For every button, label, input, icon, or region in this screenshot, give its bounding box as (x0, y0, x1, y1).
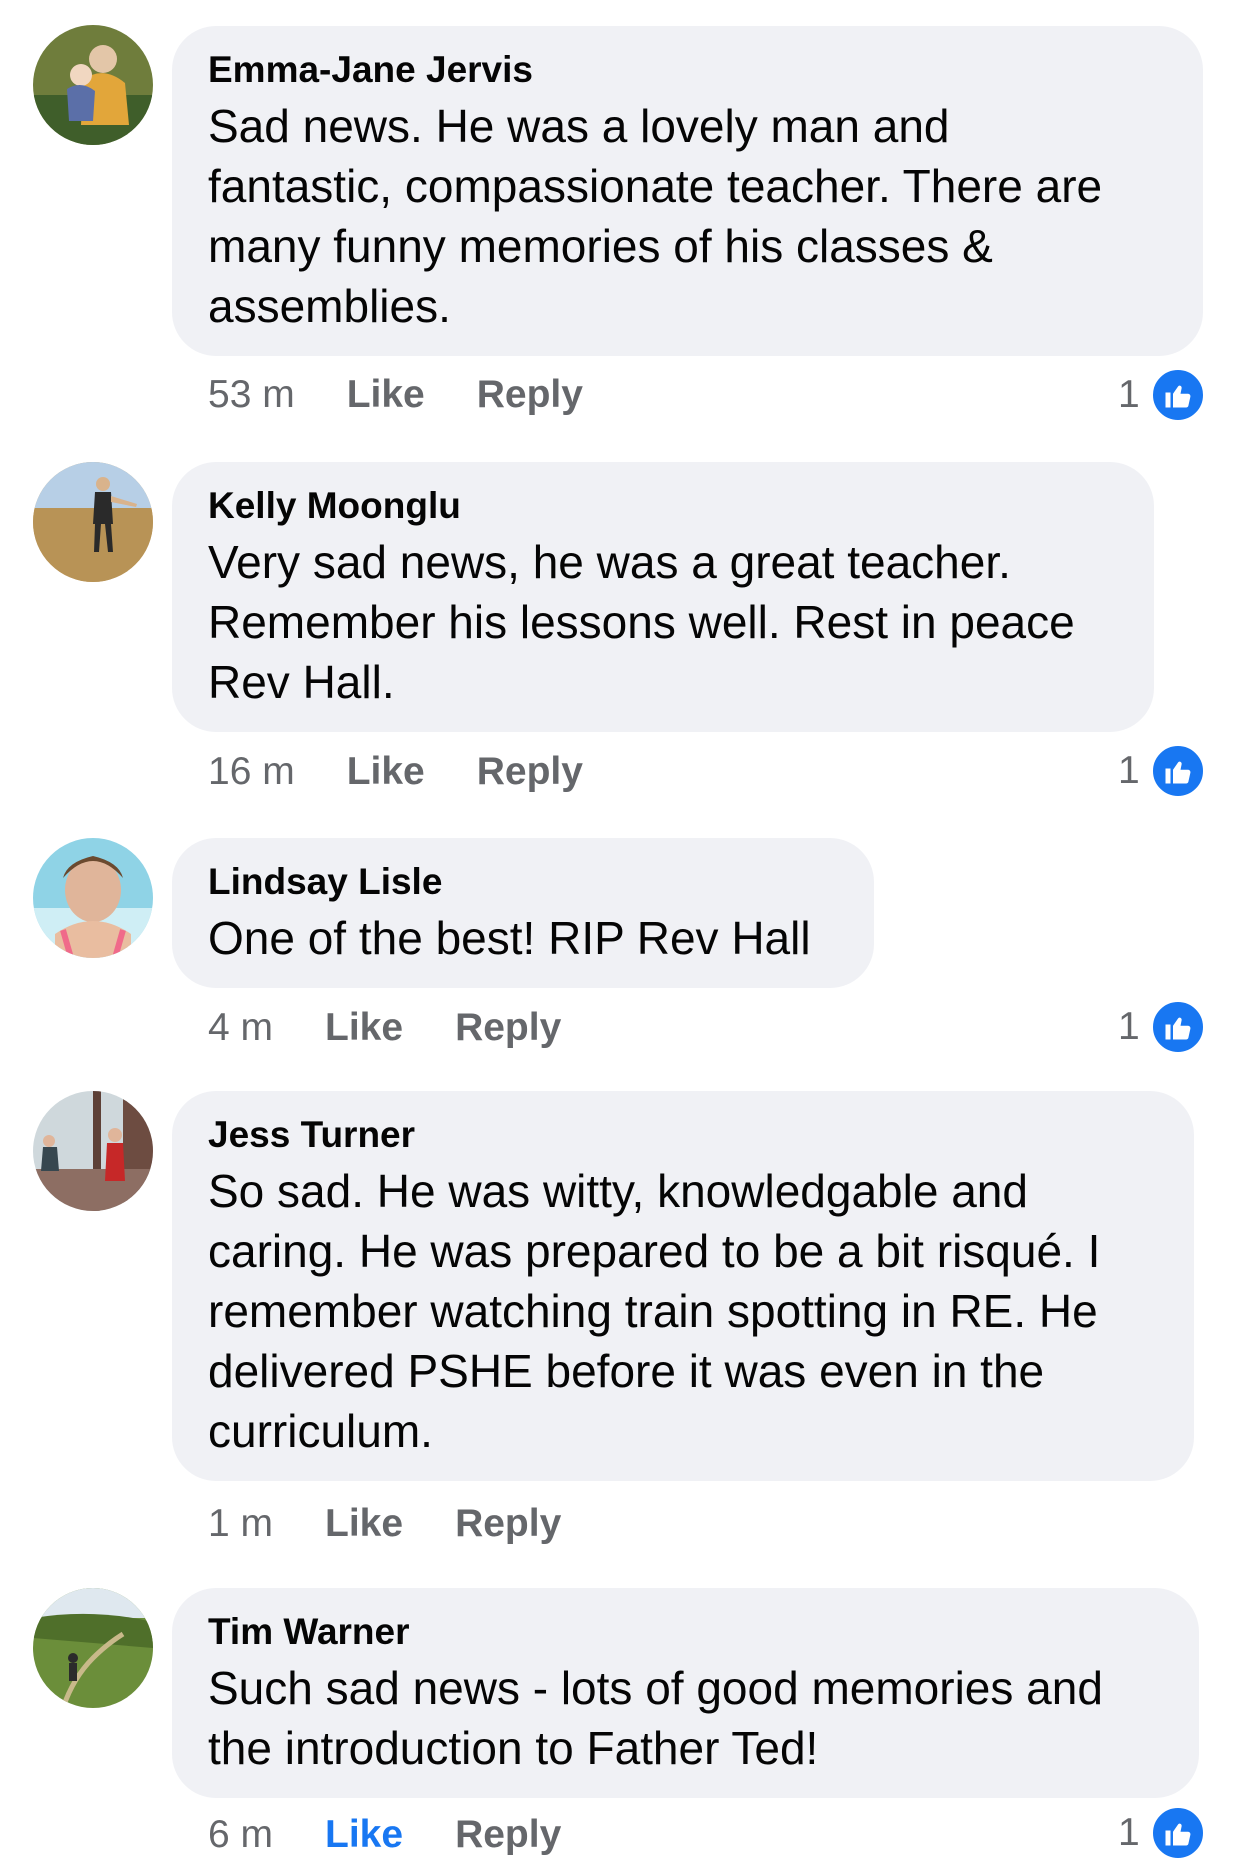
reaction-count[interactable]: 1 (1118, 999, 1206, 1055)
author-name[interactable]: Jess Turner (208, 1113, 1158, 1157)
avatar-photo (33, 25, 153, 145)
comment-text-line: Such sad news - lots of good memories an… (208, 1662, 1103, 1714)
avatar[interactable] (33, 25, 153, 145)
avatar-photo (33, 1588, 153, 1708)
avatar-photo (33, 838, 153, 958)
comment-text-line: caring. He was prepared to be a bit risq… (208, 1225, 1101, 1277)
reaction-count[interactable]: 1 (1118, 743, 1206, 799)
avatar-photo (33, 1091, 153, 1211)
comment-actions: 4 m Like Reply (208, 1001, 561, 1055)
comment-bubble: Tim Warner Such sad news - lots of good … (172, 1588, 1199, 1798)
comment-text-line: Remember his lessons well. Rest in peace (208, 596, 1075, 648)
timestamp[interactable]: 6 m (208, 1813, 273, 1857)
avatar[interactable] (33, 838, 153, 958)
author-name[interactable]: Emma-Jane Jervis (208, 48, 1167, 92)
avatar[interactable] (33, 1588, 153, 1708)
reply-button[interactable]: Reply (455, 1502, 561, 1546)
comment-text: Such sad news - lots of good memories an… (208, 1658, 1163, 1778)
comment-bubble: Lindsay Lisle One of the best! RIP Rev H… (172, 838, 874, 988)
comment-bubble: Kelly Moonglu Very sad news, he was a gr… (172, 462, 1154, 732)
reaction-count[interactable]: 1 (1118, 1805, 1206, 1861)
avatar[interactable] (33, 462, 153, 582)
reply-button[interactable]: Reply (477, 373, 583, 417)
comment-text-line: Very sad news, he was a great teacher. (208, 536, 1011, 588)
comment-text: So sad. He was witty, knowledgable and c… (208, 1161, 1158, 1461)
timestamp[interactable]: 1 m (208, 1502, 273, 1546)
thumbs-up-icon (1149, 1805, 1206, 1861)
like-button[interactable]: Like (347, 750, 425, 794)
comment-text-line: curriculum. (208, 1405, 433, 1457)
comment-text-line: assemblies. (208, 280, 451, 332)
reaction-count-number: 1 (1118, 1811, 1140, 1854)
comment-bubble: Emma-Jane Jervis Sad news. He was a love… (172, 26, 1203, 356)
comment-text-line: delivered PSHE before it was even in the (208, 1345, 1045, 1397)
reaction-count-number: 1 (1118, 749, 1140, 792)
comment-text-line: So sad. He was witty, knowledgable and (208, 1165, 1028, 1217)
comment-text-line: the introduction to Father Ted! (208, 1722, 819, 1774)
avatar-photo (33, 462, 153, 582)
comment-actions: 1 m Like Reply (208, 1497, 561, 1551)
reaction-count[interactable]: 1 (1118, 367, 1206, 423)
author-name[interactable]: Kelly Moonglu (208, 484, 1118, 528)
comment-text-line: Rev Hall. (208, 656, 395, 708)
comment-text: Sad news. He was a lovely man and fantas… (208, 96, 1167, 336)
thumbs-up-icon (1149, 743, 1206, 799)
comment-text-line: remember watching train spotting in RE. … (208, 1285, 1098, 1337)
like-button[interactable]: Like (325, 1813, 403, 1857)
author-name[interactable]: Lindsay Lisle (208, 860, 838, 904)
comment-actions: 16 m Like Reply (208, 745, 583, 799)
like-button[interactable]: Like (325, 1502, 403, 1546)
author-name[interactable]: Tim Warner (208, 1610, 1163, 1654)
reply-button[interactable]: Reply (455, 1006, 561, 1050)
like-button[interactable]: Like (325, 1006, 403, 1050)
avatar[interactable] (33, 1091, 153, 1211)
comment-actions: 6 m Like Reply (208, 1808, 561, 1862)
comment-text-line: One of the best! RIP Rev Hall (208, 912, 811, 964)
timestamp[interactable]: 4 m (208, 1006, 273, 1050)
reaction-count-number: 1 (1118, 373, 1140, 416)
thumbs-up-icon (1149, 367, 1206, 423)
thumbs-up-icon (1149, 999, 1206, 1055)
comment-text: Very sad news, he was a great teacher. R… (208, 532, 1118, 712)
comment-bubble: Jess Turner So sad. He was witty, knowle… (172, 1091, 1194, 1481)
like-button[interactable]: Like (347, 373, 425, 417)
reply-button[interactable]: Reply (477, 750, 583, 794)
comment-text: One of the best! RIP Rev Hall (208, 908, 838, 968)
reaction-count-number: 1 (1118, 1005, 1140, 1048)
comment-text-line: fantastic, compassionate teacher. There … (208, 160, 1103, 212)
timestamp[interactable]: 53 m (208, 373, 295, 417)
timestamp[interactable]: 16 m (208, 750, 295, 794)
comment-text-line: many funny memories of his classes & (208, 220, 993, 272)
comment-text-line: Sad news. He was a lovely man and (208, 100, 950, 152)
comment-actions: 53 m Like Reply (208, 368, 583, 422)
reply-button[interactable]: Reply (455, 1813, 561, 1857)
